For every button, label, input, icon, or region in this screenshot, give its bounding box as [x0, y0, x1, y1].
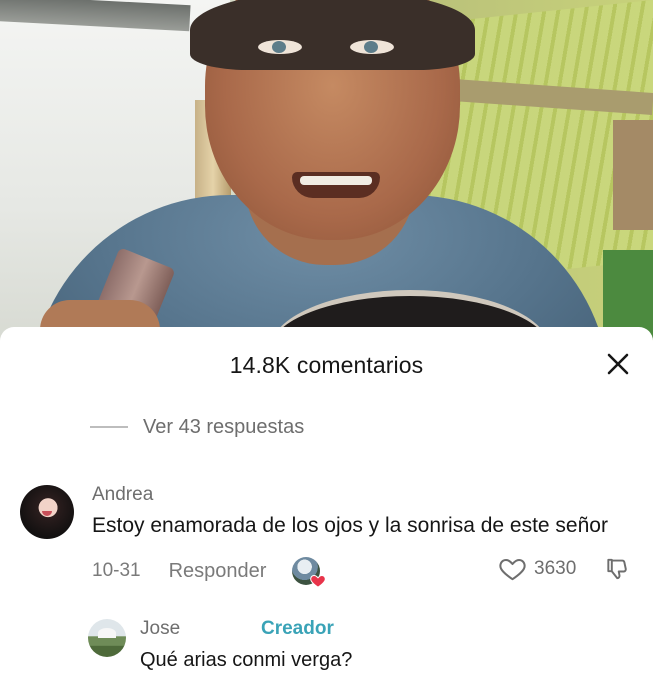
avatar[interactable] [20, 485, 74, 539]
comments-count-title: 14.8K comentarios [229, 352, 424, 378]
close-icon[interactable] [601, 347, 635, 381]
comments-sheet: 14.8K comentarios Ver 43 respuestas Andr… [0, 327, 653, 680]
video-player[interactable] [0, 0, 653, 345]
dislike-button[interactable] [604, 556, 630, 587]
comment-author[interactable]: Andrea [92, 484, 153, 506]
creator-liked-avatar [292, 557, 327, 588]
comment-meta: 10-31 Responder 3630 [92, 556, 632, 588]
heart-outline-icon [499, 558, 526, 581]
like-button[interactable]: 3630 [499, 556, 576, 581]
comment-date: 10-31 [92, 560, 141, 581]
comment-text: Estoy enamorada de los ojos y la sonrisa… [92, 514, 608, 537]
reply-author[interactable]: Jose [140, 618, 180, 640]
background-post-right [613, 120, 653, 230]
like-count: 3630 [534, 557, 577, 579]
person-eye-left [258, 40, 302, 54]
person-hair [190, 0, 475, 70]
reply-button[interactable]: Responder [169, 560, 267, 583]
view-replies-label: Ver 43 respuestas [143, 415, 305, 438]
creator-badge: Creador [261, 618, 334, 639]
person-eye-right [350, 40, 394, 54]
red-heart-icon [310, 574, 327, 588]
thumbs-down-icon [607, 558, 627, 580]
view-replies-button[interactable]: Ver 43 respuestas [90, 415, 304, 439]
replies-divider-line [90, 426, 128, 428]
avatar[interactable] [88, 619, 126, 657]
person-mouth [292, 172, 380, 198]
reply-text: Qué arias conmi verga? [140, 649, 353, 671]
